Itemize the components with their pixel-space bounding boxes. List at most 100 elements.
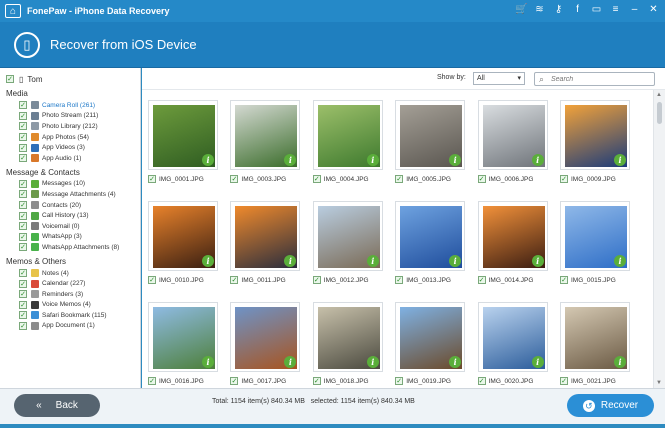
gallery-scrollbar[interactable]: ▲ ▼ — [653, 90, 665, 388]
photo-thumbnail[interactable]: i — [560, 100, 630, 170]
photo-thumbnail[interactable]: i — [477, 201, 548, 271]
search-input[interactable] — [551, 74, 647, 84]
photo-checkbox[interactable]: ✓ — [230, 377, 239, 385]
photo-tile[interactable]: i ✓ IMG_0012.JPG — [312, 201, 383, 285]
photo-tile[interactable]: i ✓ IMG_0009.JPG — [560, 100, 630, 184]
photo-thumbnail[interactable]: i — [312, 201, 383, 271]
sidebar-item-checkbox[interactable]: ✓ — [19, 190, 27, 199]
cart-icon[interactable]: 🛒 — [515, 4, 527, 15]
search-box[interactable]: ⌕ — [534, 72, 655, 86]
sidebar-item-checkbox[interactable]: ✓ — [19, 243, 27, 252]
photo-tile[interactable]: i ✓ IMG_0016.JPG — [148, 302, 218, 386]
sidebar-item[interactable]: ✓ Voicemail (0) — [19, 221, 140, 232]
photo-tile[interactable]: i ✓ IMG_0001.JPG — [148, 100, 218, 184]
sidebar-item-checkbox[interactable]: ✓ — [19, 211, 27, 220]
sidebar-item-checkbox[interactable]: ✓ — [19, 111, 27, 120]
sidebar-item-checkbox[interactable]: ✓ — [19, 201, 27, 210]
photo-tile[interactable]: i ✓ IMG_0019.JPG — [395, 302, 466, 386]
scroll-down-icon[interactable]: ▼ — [656, 380, 662, 386]
photo-checkbox[interactable]: ✓ — [312, 175, 321, 183]
sidebar-item[interactable]: ✓ App Photos (54) — [19, 132, 140, 143]
chat-icon[interactable]: ▭ — [591, 4, 602, 15]
photo-tile[interactable]: i ✓ IMG_0014.JPG — [477, 201, 548, 285]
sidebar-item[interactable]: ✓ App Audio (1) — [19, 153, 140, 164]
photo-tile[interactable]: i ✓ IMG_0015.JPG — [560, 201, 630, 285]
photo-thumbnail[interactable]: i — [148, 302, 218, 372]
sidebar-item[interactable]: ✓ WhatsApp (3) — [19, 232, 140, 243]
sidebar-item-checkbox[interactable]: ✓ — [19, 300, 27, 309]
info-icon[interactable]: i — [531, 356, 544, 368]
info-icon[interactable]: i — [614, 356, 626, 368]
photo-thumbnail[interactable]: i — [395, 302, 466, 372]
sidebar-item[interactable]: ✓ Message Attachments (4) — [19, 189, 140, 200]
photo-checkbox[interactable]: ✓ — [477, 276, 486, 284]
photo-checkbox[interactable]: ✓ — [560, 377, 568, 385]
photo-tile[interactable]: i ✓ IMG_0006.JPG — [477, 100, 548, 184]
sidebar-item[interactable]: ✓ Photo Stream (211) — [19, 111, 140, 122]
key-icon[interactable]: ⚷ — [553, 4, 564, 15]
sidebar-item-checkbox[interactable]: ✓ — [19, 101, 27, 110]
photo-thumbnail[interactable]: i — [312, 302, 383, 372]
photo-thumbnail[interactable]: i — [312, 100, 383, 170]
sidebar-item-checkbox[interactable]: ✓ — [19, 232, 27, 241]
home-icon[interactable]: ⌂ — [5, 4, 21, 18]
sidebar-item-checkbox[interactable]: ✓ — [19, 143, 27, 152]
sidebar-item-checkbox[interactable]: ✓ — [19, 269, 27, 278]
wifi-icon[interactable]: ≋ — [534, 4, 545, 15]
minimize-icon[interactable]: – — [629, 4, 640, 15]
info-icon[interactable]: i — [614, 154, 626, 166]
sidebar-item-checkbox[interactable]: ✓ — [19, 154, 27, 163]
device-row[interactable]: ✓ ▯ Tom — [6, 73, 140, 85]
sidebar-item[interactable]: ✓ Safari Bookmark (115) — [19, 310, 140, 321]
photo-checkbox[interactable]: ✓ — [477, 175, 486, 183]
info-icon[interactable]: i — [531, 255, 544, 267]
photo-thumbnail[interactable]: i — [148, 100, 218, 170]
photo-thumbnail[interactable]: i — [477, 100, 548, 170]
photo-checkbox[interactable]: ✓ — [230, 175, 239, 183]
photo-tile[interactable]: i ✓ IMG_0011.JPG — [230, 201, 301, 285]
show-by-select[interactable]: All ▾ — [473, 72, 525, 85]
info-icon[interactable]: i — [202, 255, 214, 267]
photo-checkbox[interactable]: ✓ — [148, 175, 156, 183]
photo-thumbnail[interactable]: i — [395, 201, 466, 271]
photo-checkbox[interactable]: ✓ — [148, 377, 156, 385]
close-icon[interactable]: ✕ — [648, 4, 659, 15]
photo-thumbnail[interactable]: i — [230, 302, 301, 372]
photo-thumbnail[interactable]: i — [560, 201, 630, 271]
photo-checkbox[interactable]: ✓ — [312, 377, 321, 385]
info-icon[interactable]: i — [366, 154, 379, 166]
photo-checkbox[interactable]: ✓ — [230, 276, 239, 284]
sidebar-item-checkbox[interactable]: ✓ — [19, 279, 27, 288]
photo-checkbox[interactable]: ✓ — [560, 175, 568, 183]
sidebar-item-checkbox[interactable]: ✓ — [19, 222, 27, 231]
sidebar-item[interactable]: ✓ App Videos (3) — [19, 142, 140, 153]
back-button[interactable]: « Back — [14, 394, 100, 417]
photo-thumbnail[interactable]: i — [230, 201, 301, 271]
info-icon[interactable]: i — [202, 154, 214, 166]
photo-checkbox[interactable]: ✓ — [395, 377, 404, 385]
device-checkbox[interactable]: ✓ — [6, 75, 14, 83]
sidebar-item-checkbox[interactable]: ✓ — [19, 122, 27, 131]
photo-checkbox[interactable]: ✓ — [395, 276, 404, 284]
photo-tile[interactable]: i ✓ IMG_0004.JPG — [312, 100, 383, 184]
recover-button[interactable]: ↺ Recover — [567, 394, 654, 417]
photo-thumbnail[interactable]: i — [560, 302, 630, 372]
photo-checkbox[interactable]: ✓ — [148, 276, 156, 284]
photo-tile[interactable]: i ✓ IMG_0005.JPG — [395, 100, 466, 184]
sidebar-item-checkbox[interactable]: ✓ — [19, 179, 27, 188]
sidebar-item-checkbox[interactable]: ✓ — [19, 133, 27, 142]
sidebar-item[interactable]: ✓ Notes (4) — [19, 268, 140, 279]
info-icon[interactable]: i — [614, 255, 626, 267]
photo-checkbox[interactable]: ✓ — [312, 276, 321, 284]
sidebar-item[interactable]: ✓ Camera Roll (261) — [19, 100, 140, 111]
facebook-icon[interactable]: f — [572, 4, 583, 15]
sidebar-item[interactable]: ✓ Call History (13) — [19, 210, 140, 221]
photo-tile[interactable]: i ✓ IMG_0013.JPG — [395, 201, 466, 285]
sidebar-item[interactable]: ✓ Calendar (227) — [19, 278, 140, 289]
photo-tile[interactable]: i ✓ IMG_0020.JPG — [477, 302, 548, 386]
sidebar-item-checkbox[interactable]: ✓ — [19, 311, 27, 320]
photo-checkbox[interactable]: ✓ — [560, 276, 568, 284]
sidebar-item[interactable]: ✓ Messages (10) — [19, 179, 140, 190]
photo-tile[interactable]: i ✓ IMG_0017.JPG — [230, 302, 301, 386]
photo-tile[interactable]: i ✓ IMG_0021.JPG — [560, 302, 630, 386]
